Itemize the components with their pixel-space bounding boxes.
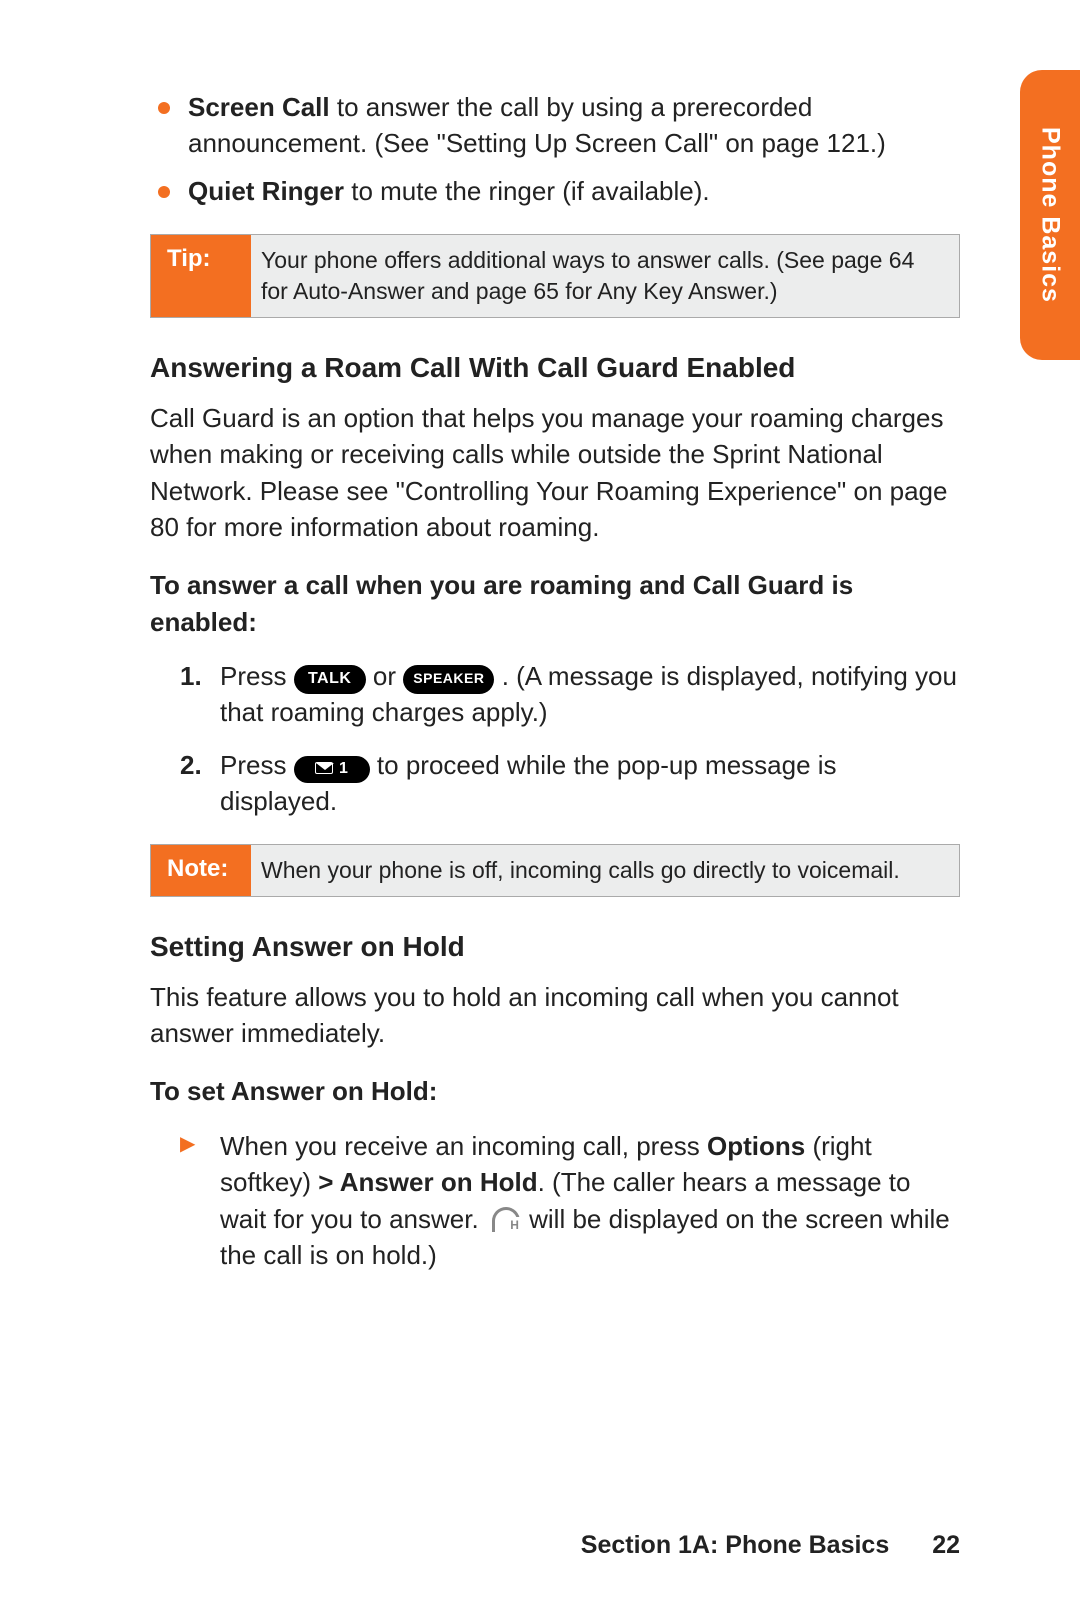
answer-options-list: Screen Call to answer the call by using … bbox=[150, 90, 960, 210]
envelope-icon bbox=[315, 762, 333, 774]
one-key-icon: 1 bbox=[294, 756, 370, 783]
tip-callout: Tip: Your phone offers additional ways t… bbox=[150, 234, 960, 318]
step-2: Press 1 to proceed while the pop-up mess… bbox=[180, 747, 960, 820]
answer-on-hold-path: > Answer on Hold bbox=[318, 1167, 537, 1197]
tip-body: Your phone offers additional ways to ans… bbox=[251, 235, 959, 317]
speaker-key-icon: SPEAKER bbox=[403, 665, 494, 694]
screen-call-label: Screen Call bbox=[188, 92, 330, 122]
hold-pre: When you receive an incoming call, press bbox=[220, 1131, 707, 1161]
step2-pre: Press bbox=[220, 750, 294, 780]
hold-heading: Setting Answer on Hold bbox=[150, 931, 960, 963]
tip-label: Tip: bbox=[151, 235, 251, 317]
roam-lead: To answer a call when you are roaming an… bbox=[150, 567, 960, 640]
quiet-ringer-text: to mute the ringer (if available). bbox=[344, 176, 710, 206]
step1-pre: Press bbox=[220, 661, 294, 691]
options-softkey-label: Options bbox=[707, 1131, 805, 1161]
quiet-ringer-label: Quiet Ringer bbox=[188, 176, 344, 206]
note-callout: Note: When your phone is off, incoming c… bbox=[150, 844, 960, 897]
note-body: When your phone is off, incoming calls g… bbox=[251, 845, 916, 896]
hold-step: When you receive an incoming call, press… bbox=[180, 1128, 960, 1274]
page-footer: Section 1A: Phone Basics 22 bbox=[581, 1531, 960, 1560]
hold-status-icon bbox=[490, 1207, 518, 1231]
list-item: Screen Call to answer the call by using … bbox=[150, 90, 960, 162]
hold-steps: When you receive an incoming call, press… bbox=[180, 1128, 960, 1274]
roam-steps: Press TALK or SPEAKER . (A message is di… bbox=[180, 658, 960, 820]
footer-page-number: 22 bbox=[932, 1531, 960, 1559]
step-1: Press TALK or SPEAKER . (A message is di… bbox=[180, 658, 960, 731]
list-item: Quiet Ringer to mute the ringer (if avai… bbox=[150, 174, 960, 210]
note-label: Note: bbox=[151, 845, 251, 896]
roam-paragraph: Call Guard is an option that helps you m… bbox=[150, 400, 960, 546]
step1-mid: or bbox=[373, 661, 403, 691]
hold-paragraph: This feature allows you to hold an incom… bbox=[150, 979, 960, 1052]
footer-section: Section 1A: Phone Basics bbox=[581, 1531, 889, 1559]
page-content: Screen Call to answer the call by using … bbox=[0, 0, 1080, 1353]
roam-heading: Answering a Roam Call With Call Guard En… bbox=[150, 352, 960, 384]
one-key-label: 1 bbox=[339, 760, 348, 777]
hold-lead: To set Answer on Hold: bbox=[150, 1073, 960, 1109]
talk-key-icon: TALK bbox=[294, 665, 366, 694]
